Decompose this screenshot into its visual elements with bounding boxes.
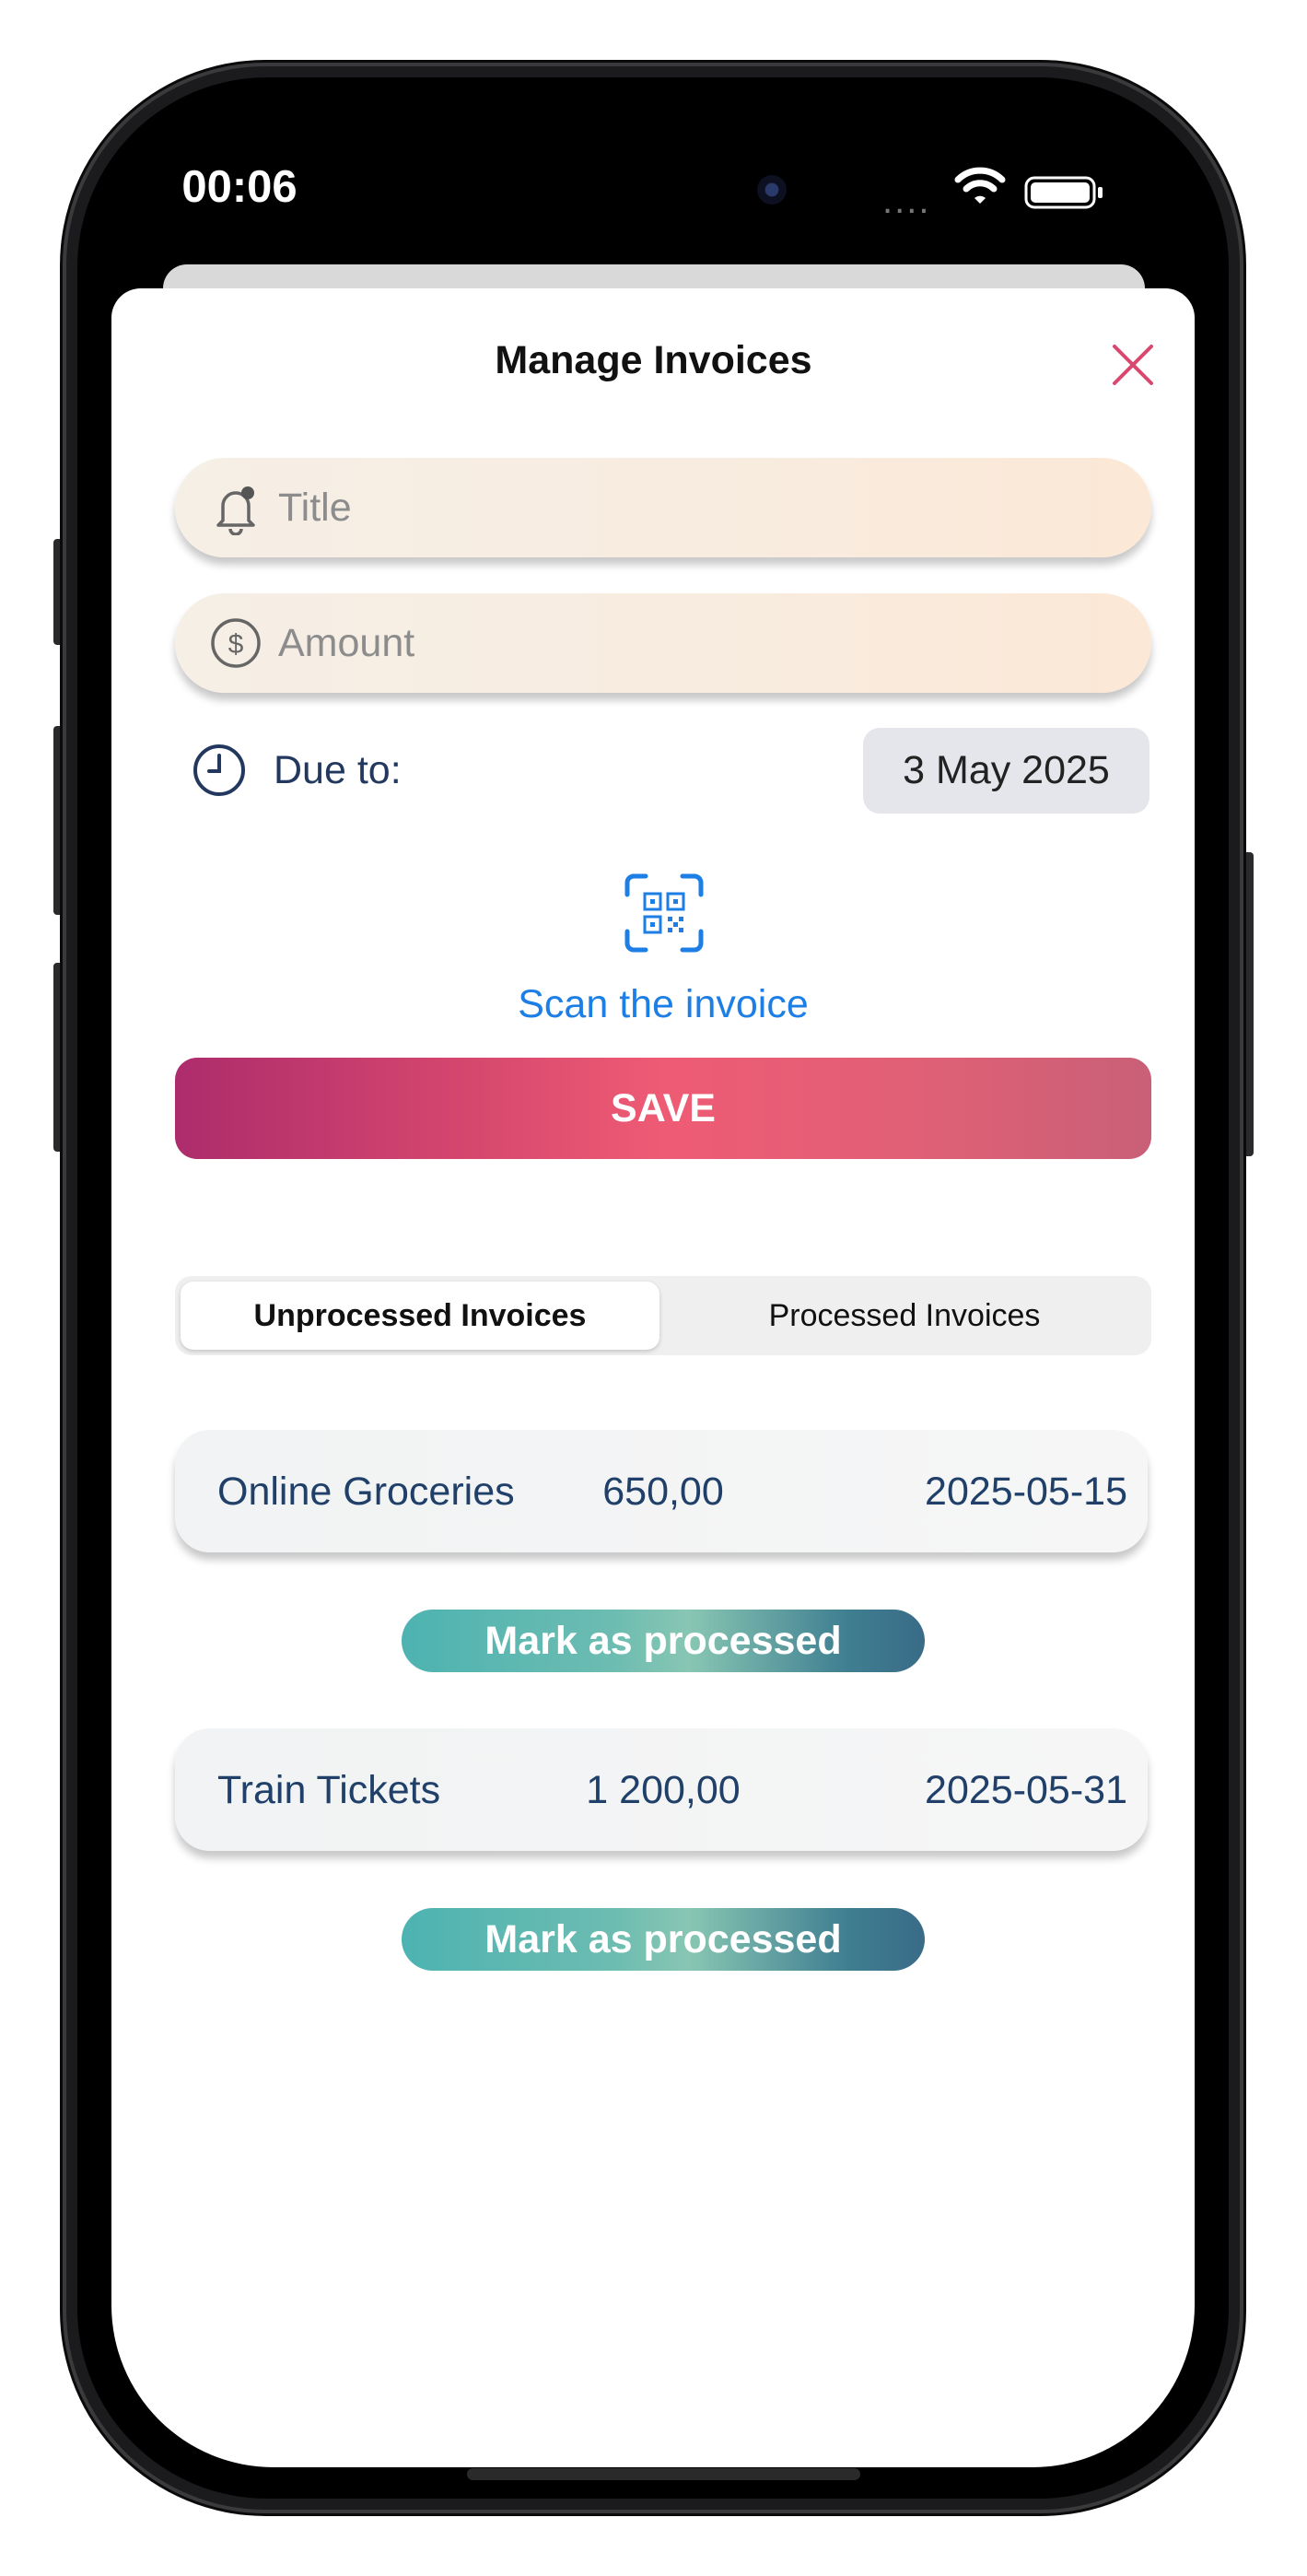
amount-input[interactable]: [276, 619, 1109, 667]
close-button[interactable]: [1105, 337, 1161, 392]
svg-text:$: $: [228, 629, 244, 660]
battery-icon: [1024, 176, 1107, 214]
title-field[interactable]: [175, 458, 1151, 557]
invoice-title: Train Tickets: [217, 1768, 441, 1812]
tab-processed-invoices[interactable]: Processed Invoices: [665, 1282, 1144, 1350]
invoice-row[interactable]: Train Tickets 1 200,00 2025-05-31: [175, 1728, 1148, 1851]
invoice-title: Online Groceries: [217, 1469, 515, 1514]
home-indicator[interactable]: [467, 2468, 860, 2480]
due-date-picker[interactable]: 3 May 2025: [863, 728, 1149, 814]
save-button[interactable]: SAVE: [175, 1058, 1151, 1159]
bell-icon: [208, 480, 263, 535]
dollar-circle-icon: $: [208, 615, 263, 671]
tab-unprocessed-invoices[interactable]: Unprocessed Invoices: [181, 1282, 659, 1350]
invoice-amount: 1 200,00: [586, 1768, 741, 1812]
amount-field[interactable]: $: [175, 593, 1151, 693]
status-time: 00:06: [181, 162, 298, 212]
scan-invoice-link[interactable]: Scan the invoice: [0, 982, 1307, 1027]
invoice-amount: 650,00: [602, 1469, 724, 1514]
signal-dots: ....: [882, 181, 931, 221]
invoice-status-tabs: Unprocessed Invoices Processed Invoices: [175, 1276, 1151, 1355]
invoice-date: 2025-05-15: [925, 1469, 1127, 1514]
title-input[interactable]: [276, 484, 1109, 532]
mark-as-processed-button[interactable]: Mark as processed: [402, 1610, 925, 1672]
invoice-date: 2025-05-31: [925, 1768, 1127, 1812]
due-label: Due to:: [274, 748, 402, 792]
wifi-icon: [954, 166, 1006, 211]
clock-icon: [192, 743, 247, 798]
qr-scan-icon[interactable]: [623, 872, 706, 954]
invoice-row[interactable]: Online Groceries 650,00 2025-05-15: [175, 1430, 1148, 1552]
mark-as-processed-button[interactable]: Mark as processed: [402, 1908, 925, 1971]
front-camera-icon: [757, 175, 787, 205]
close-icon: [1113, 345, 1153, 385]
